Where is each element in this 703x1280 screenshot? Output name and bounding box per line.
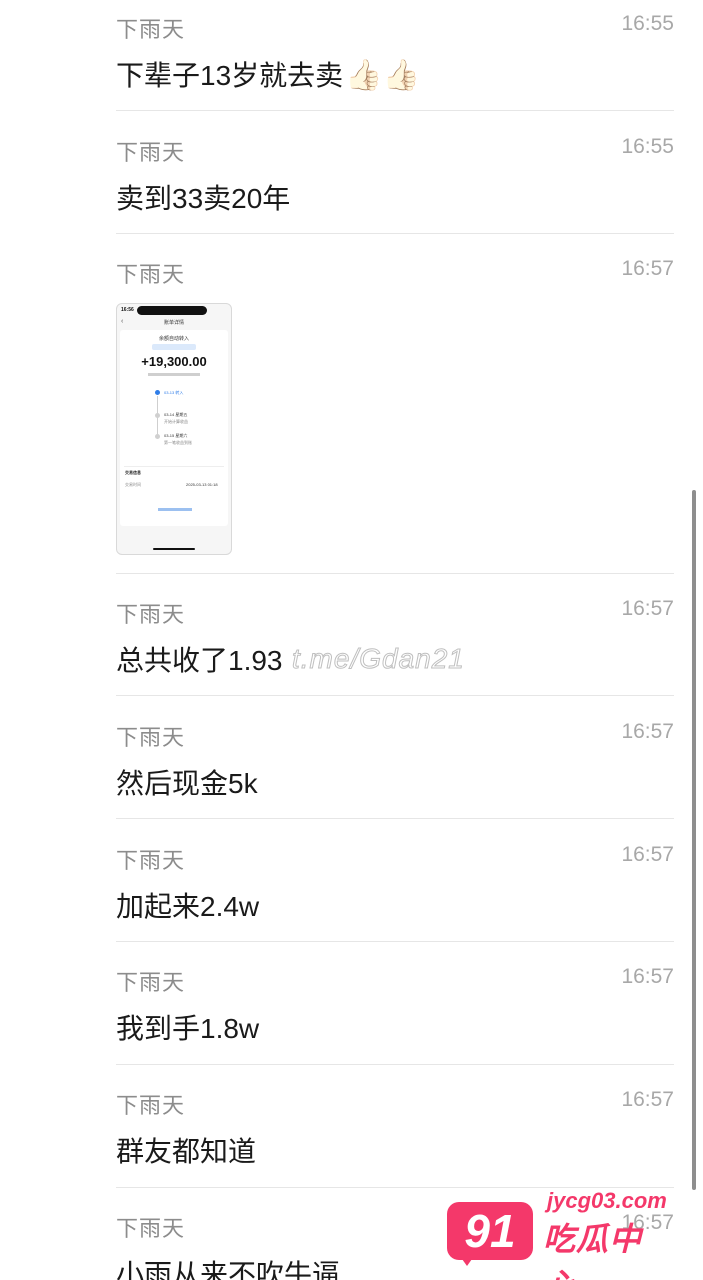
message-time: 16:55 bbox=[621, 12, 674, 35]
site-logo: 91 jycg03.com 吃瓜中心 bbox=[447, 1188, 672, 1280]
message-text: 总共收了1.93 bbox=[116, 645, 283, 676]
message-time: 16:57 bbox=[621, 257, 674, 280]
message-text: 小雨从来不吹牛逼 bbox=[116, 1259, 341, 1280]
sender-name: 下雨天 bbox=[116, 17, 186, 42]
divider bbox=[116, 110, 674, 111]
bill-amount: +19,300.00 bbox=[141, 354, 207, 369]
divider bbox=[116, 941, 674, 942]
message-text: 群友都知道 bbox=[116, 1136, 257, 1167]
divider bbox=[116, 1064, 674, 1065]
message-text: 加起来2.4w bbox=[116, 891, 260, 922]
logo-badge-tail bbox=[457, 1252, 477, 1266]
message-text: 卖到33卖20年 bbox=[116, 183, 291, 214]
bill-card: 余额自动转入 +19,300.00 03-13 转入 03-14 星期五 开始计… bbox=[120, 330, 228, 526]
watermark-text: t.me/Gdan21 bbox=[292, 643, 465, 675]
image-thumbnail[interactable]: 16:56 ‹ 账单详情 余额自动转入 +19,300.00 03-13 转入 … bbox=[116, 303, 232, 555]
sender-name: 下雨天 bbox=[116, 602, 186, 627]
logo-domain: jycg03.com bbox=[547, 1188, 667, 1213]
sender-name: 下雨天 bbox=[116, 1216, 186, 1241]
timeline-step-sub: 第一笔收益到账 bbox=[164, 440, 192, 445]
bill-heading: 余额自动转入 bbox=[158, 336, 189, 342]
divider bbox=[116, 695, 674, 696]
timeline-step: 03-14 星期五 bbox=[164, 412, 188, 417]
message-time: 16:57 bbox=[621, 965, 674, 988]
dynamic-island bbox=[137, 306, 207, 315]
message-time: 16:57 bbox=[621, 597, 674, 620]
status-time: 16:56 bbox=[121, 307, 134, 313]
message-time: 16:57 bbox=[621, 1088, 674, 1111]
message-time: 16:57 bbox=[621, 720, 674, 743]
timeline-step-sub: 开始计算收益 bbox=[164, 419, 188, 424]
message-text: 下辈子13岁就去卖👍🏻👍🏻 bbox=[116, 54, 420, 94]
message-time: 16:57 bbox=[621, 843, 674, 866]
timeline-dot bbox=[155, 434, 160, 439]
amount-subtext bbox=[148, 373, 200, 376]
message-text: 然后现金5k bbox=[116, 768, 258, 799]
sender-name: 下雨天 bbox=[116, 140, 186, 165]
scrollbar[interactable] bbox=[692, 490, 696, 1190]
timeline-dot bbox=[155, 413, 160, 418]
sender-name: 下雨天 bbox=[116, 848, 186, 873]
tag-pill bbox=[152, 344, 196, 350]
timeline-step: 03-15 星期六 bbox=[164, 433, 188, 438]
logo-number: 91 bbox=[464, 1205, 516, 1257]
message-text: 我到手1.8w bbox=[116, 1013, 260, 1044]
thumbs-up-icon: 👍🏻👍🏻 bbox=[345, 59, 420, 92]
chat-history: 下雨天 16:55 下辈子13岁就去卖👍🏻👍🏻 下雨天 16:55 卖到33卖2… bbox=[0, 0, 703, 1280]
screen-title: 账单详情 bbox=[163, 320, 184, 326]
sender-name: 下雨天 bbox=[116, 725, 186, 750]
row-value: 2025-03-13 01:18 bbox=[186, 482, 218, 487]
message-time: 16:55 bbox=[621, 135, 674, 158]
message-text-content: 下辈子13岁就去卖 bbox=[116, 60, 344, 91]
divider bbox=[116, 573, 674, 574]
sender-name: 下雨天 bbox=[116, 262, 186, 287]
section-title: 交易信息 bbox=[125, 470, 141, 475]
divider bbox=[124, 466, 224, 467]
timeline-dot bbox=[155, 390, 160, 395]
sender-name: 下雨天 bbox=[116, 970, 186, 995]
sender-name: 下雨天 bbox=[116, 1093, 186, 1118]
home-indicator bbox=[153, 548, 195, 550]
timeline-step: 03-13 转入 bbox=[164, 390, 184, 395]
link-text bbox=[158, 508, 192, 511]
row-label: 交易时间 bbox=[125, 482, 141, 487]
logo-name: 吃瓜中心 bbox=[543, 1221, 643, 1280]
divider bbox=[116, 233, 674, 234]
divider bbox=[116, 818, 674, 819]
